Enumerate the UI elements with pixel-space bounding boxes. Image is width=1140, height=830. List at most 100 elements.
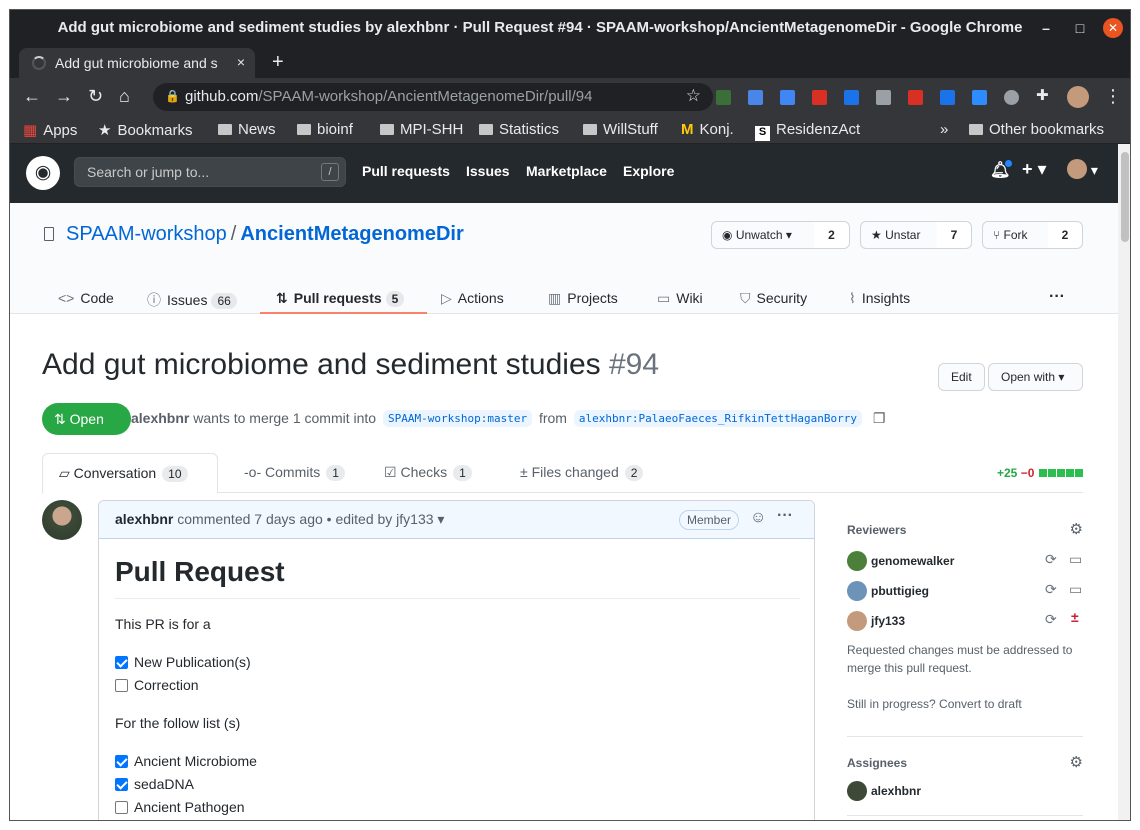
- close-window-button[interactable]: ✕: [1103, 18, 1123, 38]
- nav-issues[interactable]: Issues: [466, 163, 510, 179]
- checkbox-unchecked[interactable]: [115, 679, 128, 692]
- pen-extension-icon[interactable]: [940, 90, 955, 105]
- editor-link[interactable]: jfy133: [396, 511, 433, 527]
- emoji-reaction-icon[interactable]: ☺: [750, 509, 766, 527]
- head-branch[interactable]: alexhbnr:PalaeoFaeces_RifkinTettHaganBor…: [573, 410, 863, 427]
- tab-wiki[interactable]: ▭ Wiki: [657, 281, 703, 314]
- back-icon[interactable]: ←: [23, 86, 41, 107]
- github-logo-icon[interactable]: ◉: [26, 156, 60, 190]
- comment-author-avatar[interactable]: [42, 500, 82, 540]
- zoom-extension-icon[interactable]: [972, 90, 987, 105]
- unwatch-button[interactable]: ◉ Unwatch ▾: [712, 222, 816, 248]
- github-header: ◉ Search or jump to... / Pull requests I…: [10, 144, 1118, 203]
- reload-icon[interactable]: ↻: [88, 86, 103, 107]
- create-new-icon[interactable]: + ▾: [1022, 159, 1047, 180]
- star-icon: ★: [98, 122, 112, 139]
- tab-conversation[interactable]: ▱ Conversation 10: [42, 453, 218, 494]
- todo-extension-icon[interactable]: [908, 90, 923, 105]
- comment-author-link[interactable]: alexhbnr: [115, 511, 173, 527]
- bookmarks-overflow[interactable]: »: [940, 121, 948, 138]
- docs-extension-icon[interactable]: [748, 90, 763, 105]
- reviewers-title[interactable]: Reviewers: [847, 523, 906, 537]
- mail-extension-icon[interactable]: [812, 90, 827, 105]
- reviewer-item[interactable]: pbuttigieg: [847, 581, 929, 601]
- settings-extension-icon[interactable]: [1004, 90, 1019, 105]
- checkbox-checked[interactable]: [115, 778, 128, 791]
- more-tabs-button[interactable]: ···: [1049, 281, 1065, 314]
- tab-actions[interactable]: ▷ Actions: [441, 281, 504, 314]
- assignee-item[interactable]: alexhbnr: [847, 781, 921, 801]
- re-request-review-icon[interactable]: ⟳: [1045, 611, 1057, 628]
- re-request-review-icon[interactable]: ⟳: [1045, 551, 1057, 568]
- minimize-button[interactable]: –: [1036, 18, 1056, 38]
- edit-title-button[interactable]: Edit: [938, 363, 985, 391]
- checkbox-checked[interactable]: [115, 656, 128, 669]
- nav-explore[interactable]: Explore: [623, 163, 674, 179]
- tab-files-changed[interactable]: ± Files changed 2: [504, 453, 659, 493]
- tab-projects[interactable]: ▥ Projects: [548, 281, 618, 314]
- user-menu[interactable]: ▾: [1067, 159, 1098, 179]
- bookmark-news[interactable]: News: [218, 121, 276, 138]
- translate-extension-icon[interactable]: [780, 90, 795, 105]
- comment-options-icon[interactable]: ···: [777, 507, 793, 525]
- reviewers-gear-icon[interactable]: ⚙: [1070, 520, 1083, 538]
- bookmark-willstuff[interactable]: WillStuff: [583, 121, 658, 138]
- tab-checks[interactable]: ☑ Checks 1: [368, 453, 488, 493]
- reviewer-item[interactable]: genomewalker: [847, 551, 954, 571]
- home-icon[interactable]: ⌂: [119, 86, 130, 107]
- bookmark-residenz[interactable]: S ResidenzAct: [755, 121, 860, 141]
- tab-issues[interactable]: ⓘ Issues 66: [147, 281, 237, 314]
- bookmark-star-icon[interactable]: ☆: [686, 86, 701, 106]
- tab-pull-requests[interactable]: ⇅ Pull requests 5: [260, 281, 427, 314]
- puzzle-icon[interactable]: ✚: [1036, 86, 1049, 104]
- browser-tab[interactable]: Add gut microbiome and s ×: [19, 48, 255, 78]
- base-branch[interactable]: SPAAM-workshop:master: [383, 410, 533, 427]
- unstar-button[interactable]: ★ Unstar: [861, 222, 938, 248]
- repo-name-link[interactable]: AncientMetagenomeDir: [240, 223, 463, 245]
- page-scrollbar[interactable]: [1118, 144, 1130, 820]
- nav-marketplace[interactable]: Marketplace: [526, 163, 607, 179]
- pr-author-link[interactable]: alexhbnr: [131, 410, 189, 426]
- search-input[interactable]: Search or jump to... /: [74, 157, 346, 187]
- menu-icon[interactable]: ⋮: [1104, 86, 1122, 107]
- scrollbar-thumb[interactable]: [1121, 152, 1129, 242]
- assignees-gear-icon[interactable]: ⚙: [1070, 753, 1083, 771]
- notifications-bell-icon[interactable]: 🔔︎: [990, 160, 1013, 180]
- bookmark-statistics[interactable]: Statistics: [479, 121, 559, 138]
- watch-count[interactable]: 2: [814, 222, 849, 248]
- fork-button[interactable]: ⑂ Fork: [983, 222, 1049, 248]
- tab-insights[interactable]: ⌇ Insights: [849, 281, 910, 314]
- fork-count[interactable]: 2: [1048, 222, 1082, 248]
- star-count[interactable]: 7: [937, 222, 971, 248]
- assignees-title[interactable]: Assignees: [847, 756, 907, 770]
- tab-code[interactable]: <> Code: [58, 281, 114, 314]
- calendar-extension-icon[interactable]: [844, 90, 859, 105]
- profile-avatar[interactable]: [1067, 86, 1089, 108]
- checkbox-checked[interactable]: [115, 755, 128, 768]
- checkbox-unchecked[interactable]: [115, 801, 128, 814]
- bookmark-apps[interactable]: ▦ Apps: [23, 121, 77, 139]
- new-tab-button[interactable]: +: [272, 51, 284, 74]
- tab-close-icon[interactable]: ×: [237, 54, 245, 70]
- forward-icon[interactable]: →: [55, 86, 73, 107]
- copy-icon[interactable]: ❐: [873, 410, 886, 426]
- bookmark-bookmarks[interactable]: ★ Bookmarks: [98, 121, 192, 139]
- notes-extension-icon[interactable]: [876, 90, 891, 105]
- book-icon: ▭: [657, 290, 671, 306]
- tab-commits[interactable]: -o- Commits 1: [228, 453, 361, 493]
- maximize-button[interactable]: □: [1070, 18, 1090, 38]
- open-with-button[interactable]: Open with ▾: [988, 363, 1083, 391]
- tab-security[interactable]: ⛉ Security: [740, 281, 807, 314]
- nav-pull-requests[interactable]: Pull requests: [362, 163, 450, 179]
- comment-header: alexhbnr commented 7 days ago • edited b…: [99, 501, 814, 539]
- re-request-review-icon[interactable]: ⟳: [1045, 581, 1057, 598]
- bookmark-mpi[interactable]: MPI-SHH: [380, 121, 463, 138]
- bookmark-konj[interactable]: M Konj.: [681, 121, 734, 138]
- convert-to-draft-link[interactable]: Still in progress? Convert to draft: [847, 695, 1022, 713]
- repo-owner-link[interactable]: SPAAM-workshop: [66, 223, 227, 245]
- bookmark-other[interactable]: Other bookmarks: [969, 121, 1104, 138]
- address-bar[interactable]: 🔒 github.com/SPAAM-workshop/AncientMetag…: [153, 83, 713, 111]
- extension-icon[interactable]: [716, 90, 731, 105]
- reviewer-item[interactable]: jfy133: [847, 611, 905, 631]
- bookmark-bioinf[interactable]: bioinf: [297, 121, 353, 138]
